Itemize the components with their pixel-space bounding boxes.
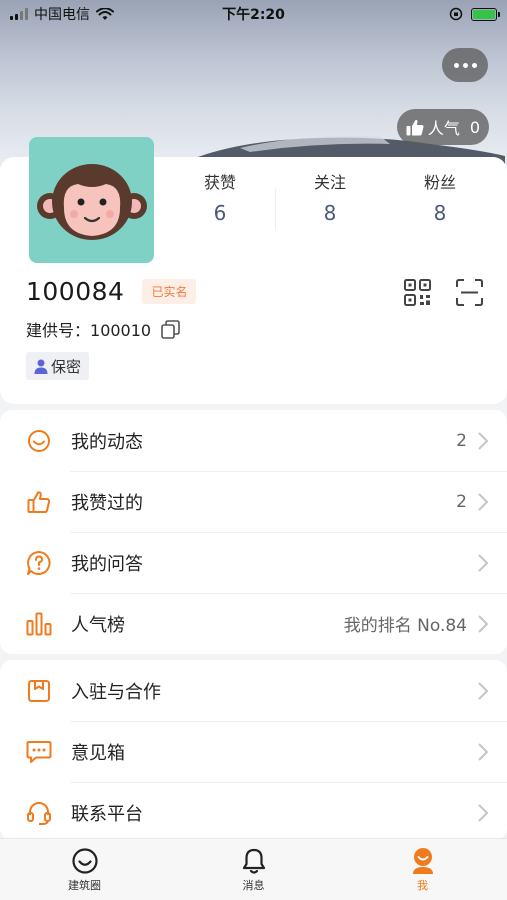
menu-item-liked[interactable]: 我赞过的 2: [0, 471, 507, 532]
verified-badge: 已实名: [142, 279, 197, 304]
popularity-button[interactable]: 人气 0: [397, 109, 489, 145]
menu-item-label: 我的问答: [71, 553, 143, 575]
bell-icon: [242, 848, 265, 874]
thumbs-up-icon: [24, 487, 54, 517]
avatar[interactable]: [29, 137, 154, 263]
bookmark-box-icon: [24, 676, 54, 706]
jgh-id-row: 建供号：100010: [26, 317, 180, 341]
smile-icon: [71, 847, 98, 874]
menu-item-label: 意见箱: [71, 742, 125, 764]
stat-followers[interactable]: 粉丝 8: [385, 169, 495, 225]
username-row: 100084 已实名: [26, 277, 197, 306]
tab-architecture-circle[interactable]: 建筑圈: [0, 839, 169, 900]
more-options-button[interactable]: [442, 48, 488, 82]
stat-label: 关注: [313, 173, 346, 192]
stat-following[interactable]: 关注 8: [275, 169, 385, 225]
menu-item-popularity-ranking[interactable]: 人气榜 我的排名 No.84: [0, 593, 507, 654]
chevron-right-icon: [478, 553, 489, 572]
menu-item-label: 我的动态: [71, 431, 143, 453]
qr-code-icon[interactable]: [404, 279, 431, 306]
stat-label: 粉丝: [423, 173, 456, 192]
dot-icon: [462, 62, 468, 68]
tab-me[interactable]: 我: [338, 839, 507, 900]
wifi-icon: [96, 7, 114, 20]
profile-stats: 获赞 6 关注 8 粉丝 8: [165, 169, 495, 229]
scan-icon[interactable]: [456, 279, 483, 306]
username: 100084: [26, 277, 125, 306]
menu-item-count: 2: [456, 491, 467, 512]
jgh-value: 100010: [90, 321, 152, 340]
menu-item-partnership[interactable]: 入驻与合作: [0, 660, 507, 721]
popularity-label: 人气: [427, 119, 460, 138]
chevron-right-icon: [478, 742, 489, 761]
stat-divider: [275, 189, 276, 229]
tab-label: 建筑圈: [68, 878, 101, 892]
menu-item-contact[interactable]: 联系平台: [0, 782, 507, 843]
chevron-right-icon: [478, 431, 489, 450]
copy-icon[interactable]: [161, 319, 180, 339]
my-rank-value: 我的排名 No.84: [343, 616, 467, 636]
stat-label: 获赞: [203, 173, 236, 192]
status-bar: 中国电信 下午2:20: [0, 0, 507, 28]
menu-item-count: 2: [456, 430, 467, 451]
chevron-right-icon: [478, 614, 489, 633]
tab-label: 消息: [242, 878, 265, 892]
menu-item-label: 入驻与合作: [71, 681, 161, 703]
bar-chart-icon: [24, 609, 54, 639]
carrier-label: 中国电信: [34, 7, 90, 23]
chevron-right-icon: [478, 681, 489, 700]
menu-item-label: 联系平台: [71, 803, 143, 825]
menu-item-qa[interactable]: 我的问答: [0, 532, 507, 593]
bottom-tab-bar: 建筑圈 消息 我: [0, 838, 507, 900]
menu-item-my-posts[interactable]: 我的动态 2: [0, 410, 507, 471]
message-dots-icon: [24, 737, 54, 767]
gender-label: 保密: [51, 357, 82, 376]
user-smile-icon: [412, 847, 433, 874]
question-icon: [24, 548, 54, 578]
smile-icon: [24, 426, 54, 456]
stat-value: 8: [323, 201, 337, 225]
stat-value: 8: [433, 201, 447, 225]
jgh-label: 建供号：: [26, 321, 91, 340]
stat-value: 6: [213, 201, 227, 225]
thumbs-up-icon: [406, 119, 424, 135]
headset-icon: [24, 798, 54, 828]
popularity-count: 0: [469, 117, 481, 137]
menu-group-services: 入驻与合作 意见箱 联系平台: [0, 660, 507, 840]
tab-messages[interactable]: 消息: [169, 839, 338, 900]
gender-tag: 保密: [26, 352, 90, 380]
chevron-right-icon: [478, 492, 489, 511]
tab-label: 我: [417, 878, 428, 892]
battery-icon: [471, 7, 500, 21]
menu-item-label: 人气榜: [71, 614, 125, 636]
dot-icon: [453, 62, 459, 68]
menu-item-feedback[interactable]: 意见箱: [0, 721, 507, 782]
profile-card: 获赞 6 关注 8 粉丝 8 100084 已实名 建供号：100010 保密: [0, 137, 507, 404]
chevron-right-icon: [478, 803, 489, 822]
signal-icon: [10, 8, 28, 20]
monkey-avatar-icon: [36, 164, 147, 240]
menu-item-label: 我赞过的: [71, 492, 143, 514]
orientation-lock-icon: [449, 7, 463, 21]
dot-icon: [471, 62, 477, 68]
user-icon: [34, 359, 48, 374]
menu-group-activity: 我的动态 2 我赞过的 2 我的问答 人气榜 我的排名 No.84: [0, 410, 507, 654]
stat-likes-received[interactable]: 获赞 6: [165, 169, 275, 225]
